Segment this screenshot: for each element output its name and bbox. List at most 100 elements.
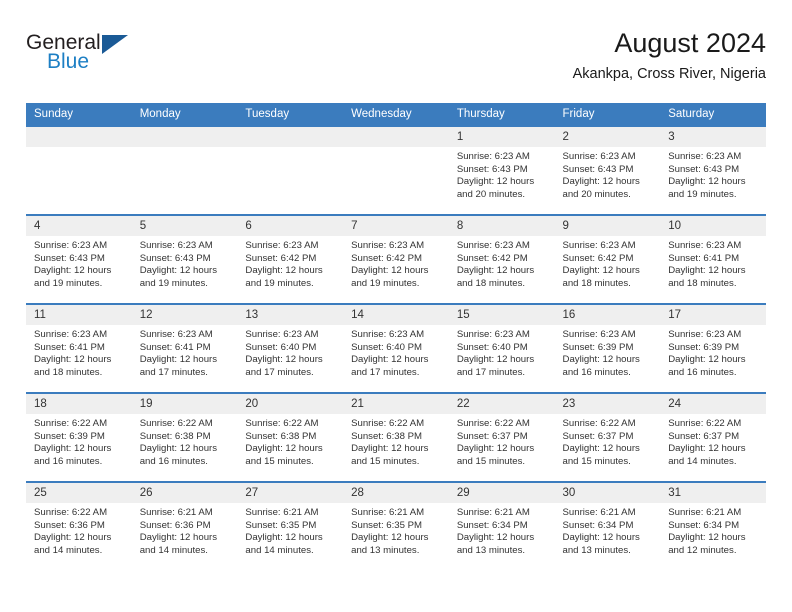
day-number: 7: [343, 216, 449, 236]
sunrise-text: Sunrise: 6:23 AM: [668, 329, 742, 340]
day-number: 6: [237, 216, 344, 236]
calendar-day-cell[interactable]: 10 Sunrise: 6:23 AM Sunset: 6:41 PM Dayligh…: [660, 214, 766, 304]
daylight-text: Daylight: 12 hours and 14 minutes.: [245, 532, 323, 556]
sunset-text: Sunset: 6:39 PM: [668, 341, 740, 353]
sunrise-text: Sunrise: 6:22 AM: [245, 418, 319, 429]
sunset-text: Sunset: 6:43 PM: [34, 252, 105, 264]
daylight-text: Daylight: 12 hours and 16 minutes.: [562, 354, 640, 378]
daylight-text: Daylight: 12 hours and 20 minutes.: [456, 176, 535, 200]
day-details: Sunrise: 6:23 AM Sunset: 6:40 PM Daylight:…: [237, 325, 343, 379]
day-number: 18: [26, 394, 132, 414]
sunset-text: Sunset: 6:34 PM: [456, 519, 528, 531]
calendar-day-cell[interactable]: 29 Sunrise: 6:21 AM Sunset: 6:34 PM Dayligh…: [448, 481, 555, 571]
calendar-day-cell[interactable]: 21 Sunrise: 6:22 AM Sunset: 6:38 PM Dayligh…: [343, 392, 449, 482]
sunset-text: Sunset: 6:37 PM: [668, 430, 740, 442]
calendar-day-cell[interactable]: 6 Sunrise: 6:23 AM Sunset: 6:42 PM Daylight…: [237, 214, 344, 304]
sunset-text: Sunset: 6:36 PM: [34, 519, 105, 531]
day-number: 3: [660, 127, 766, 147]
sunset-text: Sunset: 6:39 PM: [34, 430, 105, 442]
day-details: Sunrise: 6:23 AM Sunset: 6:43 PM Daylight:…: [660, 147, 766, 201]
calendar-day-cell[interactable]: 11 Sunrise: 6:23 AM Sunset: 6:41 PM Dayligh…: [26, 303, 132, 393]
calendar-day-cell[interactable]: 5 Sunrise: 6:23 AM Sunset: 6:43 PM Daylight…: [131, 214, 238, 304]
calendar-day-cell[interactable]: 18 Sunrise: 6:22 AM Sunset: 6:39 PM Dayligh…: [26, 392, 132, 482]
sunset-text: Sunset: 6:40 PM: [456, 341, 528, 353]
sunrise-text: Sunrise: 6:23 AM: [34, 240, 108, 251]
sunrise-text: Sunrise: 6:22 AM: [34, 418, 108, 429]
sunrise-text: Sunrise: 6:23 AM: [456, 329, 530, 340]
day-number: 11: [26, 305, 132, 325]
day-number: 2: [554, 127, 661, 147]
calendar-week-row: 4 Sunrise: 6:23 AM Sunset: 6:43 PM Daylight…: [26, 214, 766, 304]
calendar-day-cell[interactable]: 12 Sunrise: 6:23 AM Sunset: 6:41 PM Dayligh…: [131, 303, 238, 393]
calendar-grid: Sunday Monday Tuesday Wednesday Thursday Frid…: [26, 103, 766, 571]
weekday-header-cell: Thursday: [448, 103, 555, 126]
daylight-text: Daylight: 12 hours and 15 minutes.: [245, 443, 323, 467]
sunrise-text: Sunrise: 6:22 AM: [34, 507, 108, 518]
sunrise-text: Sunrise: 6:22 AM: [668, 418, 742, 429]
sunset-text: Sunset: 6:34 PM: [668, 519, 740, 531]
calendar-day-cell[interactable]: 24 Sunrise: 6:22 AM Sunset: 6:37 PM Dayligh…: [660, 392, 766, 482]
calendar-day-cell[interactable]: 26 Sunrise: 6:21 AM Sunset: 6:36 PM Dayligh…: [131, 481, 238, 571]
calendar-day-cell[interactable]: 7 Sunrise: 6:23 AM Sunset: 6:42 PM Daylight…: [343, 214, 449, 304]
calendar-day-cell[interactable]: 28 Sunrise: 6:21 AM Sunset: 6:35 PM Dayligh…: [343, 481, 449, 571]
calendar-week-row: 11 Sunrise: 6:23 AM Sunset: 6:41 PM Dayligh…: [26, 303, 766, 393]
calendar-day-cell[interactable]: 22 Sunrise: 6:22 AM Sunset: 6:37 PM Dayligh…: [448, 392, 555, 482]
day-details: Sunrise: 6:23 AM Sunset: 6:42 PM Daylight:…: [449, 236, 555, 290]
calendar-day-cell[interactable]: 19 Sunrise: 6:22 AM Sunset: 6:38 PM Dayligh…: [131, 392, 238, 482]
calendar-day-cell[interactable]: 3 Sunrise: 6:23 AM Sunset: 6:43 PM Daylight…: [660, 125, 766, 215]
day-number: 27: [237, 483, 344, 503]
sunrise-text: Sunrise: 6:22 AM: [456, 418, 530, 429]
day-details: Sunrise: 6:21 AM Sunset: 6:34 PM Daylight:…: [449, 503, 555, 557]
calendar-day-cell[interactable]: 15 Sunrise: 6:23 AM Sunset: 6:40 PM Dayligh…: [448, 303, 555, 393]
day-details: Sunrise: 6:22 AM Sunset: 6:36 PM Daylight:…: [26, 503, 132, 557]
calendar-day-cell[interactable]: 4 Sunrise: 6:23 AM Sunset: 6:43 PM Daylight…: [26, 214, 132, 304]
calendar-week-row: 18 Sunrise: 6:22 AM Sunset: 6:39 PM Dayligh…: [26, 392, 766, 482]
daylight-text: Daylight: 12 hours and 14 minutes.: [139, 532, 218, 556]
calendar-day-cell[interactable]: 27 Sunrise: 6:21 AM Sunset: 6:35 PM Dayligh…: [237, 481, 344, 571]
general-blue-logo[interactable]: General Blue: [26, 32, 156, 82]
sunrise-text: Sunrise: 6:21 AM: [245, 507, 319, 518]
weekday-header-cell: Friday: [554, 103, 661, 126]
day-details: Sunrise: 6:23 AM Sunset: 6:43 PM Daylight:…: [26, 236, 132, 290]
calendar-day-cell[interactable]: 9 Sunrise: 6:23 AM Sunset: 6:42 PM Daylight…: [554, 214, 661, 304]
day-number: 17: [660, 305, 766, 325]
daylight-text: Daylight: 12 hours and 19 minutes.: [139, 265, 218, 289]
day-details: Sunrise: 6:23 AM Sunset: 6:41 PM Daylight:…: [132, 325, 238, 379]
calendar-day-cell[interactable]: 20 Sunrise: 6:22 AM Sunset: 6:38 PM Dayligh…: [237, 392, 344, 482]
day-details: Sunrise: 6:23 AM Sunset: 6:43 PM Daylight:…: [449, 147, 555, 201]
day-details: Sunrise: 6:21 AM Sunset: 6:34 PM Daylight:…: [660, 503, 766, 557]
day-details: Sunrise: 6:23 AM Sunset: 6:41 PM Daylight:…: [26, 325, 132, 379]
day-number: 30: [554, 483, 661, 503]
daylight-text: Daylight: 12 hours and 16 minutes.: [34, 443, 112, 467]
sunset-text: Sunset: 6:42 PM: [245, 252, 317, 264]
day-number: [343, 127, 449, 147]
calendar-day-cell[interactable]: 30 Sunrise: 6:21 AM Sunset: 6:34 PM Dayligh…: [554, 481, 661, 571]
calendar-day-cell[interactable]: 14 Sunrise: 6:23 AM Sunset: 6:40 PM Dayligh…: [343, 303, 449, 393]
sunset-text: Sunset: 6:38 PM: [139, 430, 211, 442]
day-details: Sunrise: 6:23 AM Sunset: 6:43 PM Daylight:…: [555, 147, 661, 201]
sunrise-text: Sunrise: 6:23 AM: [139, 329, 213, 340]
calendar-day-cell[interactable]: 16 Sunrise: 6:23 AM Sunset: 6:39 PM Dayligh…: [554, 303, 661, 393]
brand-name-blue: Blue: [47, 50, 90, 73]
day-details: Sunrise: 6:23 AM Sunset: 6:41 PM Daylight:…: [660, 236, 766, 290]
calendar-day-cell[interactable]: 13 Sunrise: 6:23 AM Sunset: 6:40 PM Dayligh…: [237, 303, 344, 393]
calendar-day-cell[interactable]: 31 Sunrise: 6:21 AM Sunset: 6:34 PM Dayligh…: [660, 481, 766, 571]
calendar-day-cell[interactable]: 1 Sunrise: 6:23 AM Sunset: 6:43 PM Daylight…: [448, 125, 555, 215]
calendar-day-cell[interactable]: 2 Sunrise: 6:23 AM Sunset: 6:43 PM Daylight…: [554, 125, 661, 215]
calendar-day-cell[interactable]: 17 Sunrise: 6:23 AM Sunset: 6:39 PM Dayligh…: [660, 303, 766, 393]
sunrise-text: Sunrise: 6:21 AM: [139, 507, 213, 518]
day-number: 23: [554, 394, 661, 414]
calendar-day-cell[interactable]: 23 Sunrise: 6:22 AM Sunset: 6:37 PM Dayligh…: [554, 392, 661, 482]
sunset-text: Sunset: 6:43 PM: [456, 163, 528, 175]
calendar-day-cell[interactable]: 25 Sunrise: 6:22 AM Sunset: 6:36 PM Dayligh…: [26, 481, 132, 571]
day-number: 14: [343, 305, 449, 325]
day-details: Sunrise: 6:23 AM Sunset: 6:39 PM Daylight:…: [660, 325, 766, 379]
sunset-text: Sunset: 6:38 PM: [351, 430, 423, 442]
day-details: Sunrise: 6:22 AM Sunset: 6:38 PM Daylight:…: [132, 414, 238, 468]
calendar-day-cell[interactable]: 8 Sunrise: 6:23 AM Sunset: 6:42 PM Daylight…: [448, 214, 555, 304]
sunset-text: Sunset: 6:35 PM: [245, 519, 317, 531]
daylight-text: Daylight: 12 hours and 13 minutes.: [456, 532, 535, 556]
sunset-text: Sunset: 6:40 PM: [245, 341, 317, 353]
sunrise-text: Sunrise: 6:22 AM: [562, 418, 636, 429]
daylight-text: Daylight: 12 hours and 18 minutes.: [562, 265, 640, 289]
